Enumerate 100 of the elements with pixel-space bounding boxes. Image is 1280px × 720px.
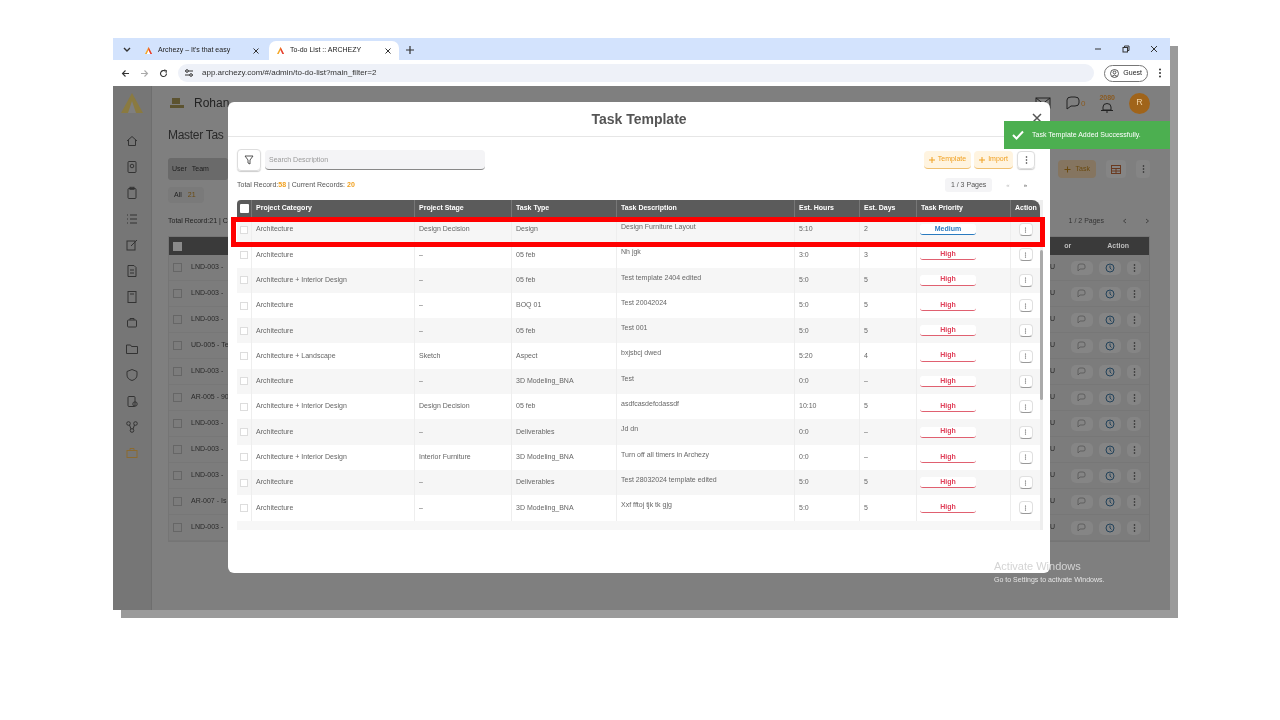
checkbox[interactable] [173,241,182,251]
timer-button[interactable] [1099,520,1121,535]
close-icon[interactable] [1032,113,1042,123]
more-button[interactable] [1127,442,1141,457]
clock-icon [1105,418,1115,429]
row-menu-button[interactable] [1018,501,1033,515]
filter-icon [244,155,254,165]
close-icon[interactable] [252,46,260,55]
company-logo-icon [170,97,184,109]
timer-button[interactable] [1099,390,1121,405]
row-menu-button[interactable] [1018,476,1033,490]
comment-button[interactable] [1071,286,1093,301]
select-all-checkbox[interactable] [240,204,249,213]
comment-button[interactable] [1071,312,1093,327]
row-menu-button[interactable] [1018,299,1033,313]
back-arrow-icon[interactable] [121,68,130,78]
restore-icon[interactable] [1122,45,1130,53]
chat-bubbles-icon [1077,471,1087,480]
more-vertical-icon[interactable] [1158,68,1162,78]
more-button[interactable] [1127,416,1141,431]
timer-button[interactable] [1099,416,1121,431]
more-vertical-icon [1132,263,1136,272]
edit-icon[interactable] [125,238,139,252]
row-menu-button[interactable] [1018,223,1033,237]
chat-icon[interactable] [1064,96,1081,110]
row-menu-button[interactable] [1018,273,1033,287]
timer-button[interactable] [1099,364,1121,379]
company-name: Rohan [194,95,230,112]
plus-icon[interactable] [405,45,415,55]
comment-button[interactable] [1071,442,1093,457]
table-icon [1111,164,1121,174]
reload-icon[interactable] [159,68,168,78]
more-button[interactable] [1127,364,1141,379]
comment-button[interactable] [1071,468,1093,483]
forward-arrow-icon[interactable] [140,68,149,78]
more-button[interactable] [1127,468,1141,483]
more-vertical-icon [1024,302,1027,309]
close-icon[interactable] [384,46,392,55]
filter-button[interactable] [237,149,261,171]
minimize-icon[interactable] [1094,45,1102,53]
scrollbar-thumb[interactable] [1040,250,1043,400]
timer-button[interactable] [1099,286,1121,301]
network-icon[interactable] [125,420,139,434]
chat-bubbles-icon [1077,497,1087,506]
bell-icon[interactable] [1100,101,1115,113]
clock-icon [1105,262,1115,273]
address-field[interactable]: app.archezy.com/#/admin/to-do-list?main_filter=2 [178,64,1095,82]
book-icon[interactable] [125,290,139,304]
clipboard-icon[interactable] [125,394,139,408]
comment-button[interactable] [1071,338,1093,353]
shield-icon[interactable] [125,368,139,382]
row-menu-button[interactable] [1018,324,1033,338]
row-menu-button[interactable] [1018,425,1033,439]
row-menu-button[interactable] [1018,400,1033,414]
timer-button[interactable] [1099,260,1121,275]
timer-button[interactable] [1099,338,1121,353]
more-vertical-icon [1132,419,1136,428]
comment-button[interactable] [1071,494,1093,509]
document-icon[interactable] [125,264,139,278]
avatar[interactable]: R [1129,92,1150,114]
list-icon[interactable] [125,212,139,226]
chevron-right-icon[interactable] [1145,218,1150,224]
more-vertical-icon [1132,315,1136,324]
box-icon[interactable] [125,316,139,330]
timer-button[interactable] [1099,442,1121,457]
clipboard-icon[interactable] [125,186,139,200]
row-menu-button[interactable] [1018,349,1033,363]
more-button[interactable] [1127,260,1141,275]
more-button[interactable] [1127,520,1141,535]
comment-button[interactable] [1071,364,1093,379]
timer-button[interactable] [1099,468,1121,483]
more-vertical-icon [1024,251,1027,258]
timer-button[interactable] [1099,494,1121,509]
row-menu-button[interactable] [1018,374,1033,388]
comment-button[interactable] [1071,416,1093,431]
table-view-button[interactable] [1106,160,1126,178]
clock-icon [1105,444,1115,455]
more-button[interactable] [1136,160,1150,178]
row-menu-button[interactable] [1018,248,1033,262]
plus-icon [979,156,986,163]
clock-icon [1105,366,1115,377]
more-button[interactable] [1127,286,1141,301]
close-icon[interactable] [1150,45,1158,53]
more-vertical-icon [1024,378,1027,385]
comment-button[interactable] [1071,390,1093,405]
more-button[interactable] [1127,312,1141,327]
home-icon[interactable] [125,134,139,148]
row-menu-button[interactable] [1018,450,1033,464]
folder-icon[interactable] [125,342,139,356]
badge-icon[interactable] [125,160,139,174]
more-vertical-icon [1024,429,1027,435]
more-button[interactable] [1127,494,1141,509]
timer-button[interactable] [1099,312,1121,327]
more-button[interactable] [1127,390,1141,405]
chevron-left-icon[interactable] [1122,218,1127,224]
more-button[interactable] [1127,338,1141,353]
triangle-logo-icon [144,46,153,55]
comment-button[interactable] [1071,520,1093,535]
more-vertical-icon [1024,353,1027,360]
comment-button[interactable] [1071,260,1093,275]
